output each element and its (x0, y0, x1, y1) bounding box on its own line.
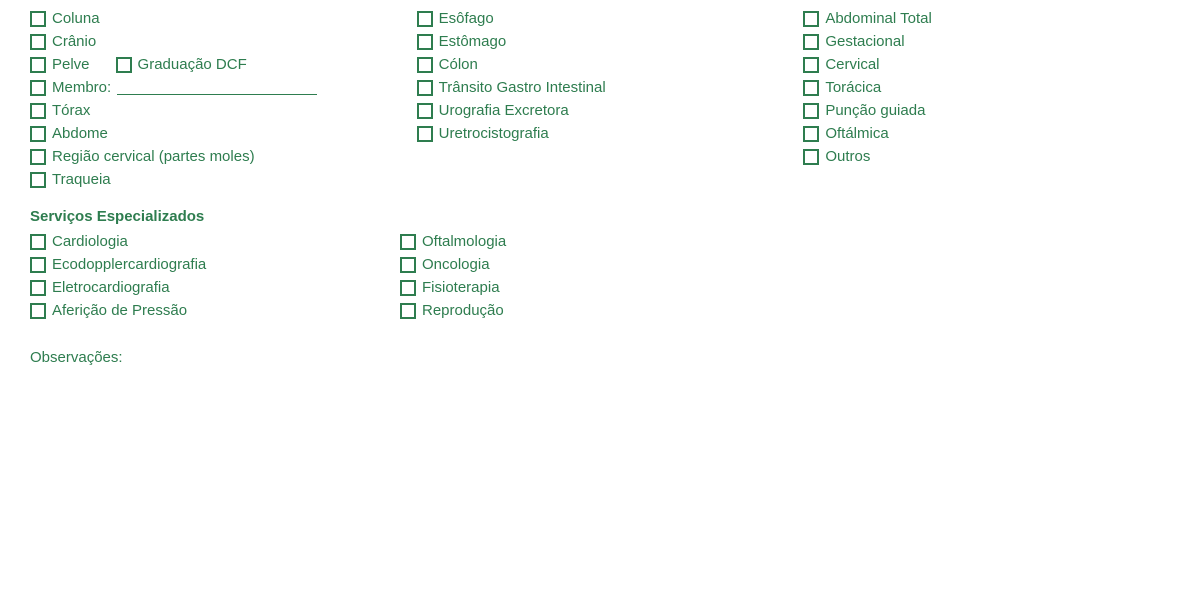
main-checkboxes-grid: Coluna Crânio Pelve Graduação DCF Membro… (30, 10, 1170, 188)
checkbox-aferição[interactable] (30, 303, 46, 319)
label-abdominal-total: Abdominal Total (825, 10, 931, 27)
checkbox-torax[interactable] (30, 103, 46, 119)
checkbox-membro[interactable] (30, 80, 46, 96)
checkbox-transito[interactable] (417, 80, 433, 96)
checkbox-oftalmica[interactable] (803, 126, 819, 142)
checkbox-traqueia[interactable] (30, 172, 46, 188)
label-estomago: Estômago (439, 33, 507, 50)
list-item: Uretrocistografia (417, 125, 784, 142)
col3: Abdominal Total Gestacional Cervical Tor… (803, 10, 1170, 188)
label-gestacional: Gestacional (825, 33, 904, 50)
checkbox-puncao-guiada[interactable] (803, 103, 819, 119)
label-torax: Tórax (52, 102, 90, 119)
list-item: Ecodopplercardiografia (30, 256, 360, 273)
checkbox-oncologia[interactable] (400, 257, 416, 273)
list-item: Estômago (417, 33, 784, 50)
list-item: Cervical (803, 56, 1170, 73)
label-esofago: Esôfago (439, 10, 494, 27)
label-traqueia: Traqueia (52, 171, 111, 188)
checkbox-reproducao[interactable] (400, 303, 416, 319)
label-urografia: Urografia Excretora (439, 102, 569, 119)
list-item: Fisioterapia (400, 279, 730, 296)
checkbox-cardiologia[interactable] (30, 234, 46, 250)
checkbox-pelve[interactable] (30, 57, 46, 73)
checkbox-coluna[interactable] (30, 11, 46, 27)
checkbox-graduacao[interactable] (116, 57, 132, 73)
label-aferição: Aferição de Pressão (52, 302, 187, 319)
label-coluna: Coluna (52, 10, 100, 27)
services-section: Serviços Especializados Cardiologia Ofta… (30, 208, 1170, 319)
list-item: Esôfago (417, 10, 784, 27)
list-item: Outros (803, 148, 1170, 165)
checkbox-abdome[interactable] (30, 126, 46, 142)
label-graduacao: Graduação DCF (138, 56, 247, 73)
checkbox-oftalmologia[interactable] (400, 234, 416, 250)
label-puncao-guiada: Punção guiada (825, 102, 925, 119)
label-regiao-cervical: Região cervical (partes moles) (52, 148, 255, 165)
checkbox-colon[interactable] (417, 57, 433, 73)
label-ecodoppler: Ecodopplercardiografia (52, 256, 206, 273)
label-abdome: Abdome (52, 125, 108, 142)
label-cardiologia: Cardiologia (52, 233, 128, 250)
label-uretrocistografia: Uretrocistografia (439, 125, 549, 142)
label-eletrocardiografia: Eletrocardiografia (52, 279, 170, 296)
list-item: Reprodução (400, 302, 730, 319)
checkbox-outros[interactable] (803, 149, 819, 165)
list-item: Cardiologia (30, 233, 360, 250)
checkbox-eletrocardiografia[interactable] (30, 280, 46, 296)
list-item: Cólon (417, 56, 784, 73)
list-item: Punção guiada (803, 102, 1170, 119)
list-item: Aferição de Pressão (30, 302, 360, 319)
label-pelve: Pelve (52, 56, 90, 73)
label-fisioterapia: Fisioterapia (422, 279, 500, 296)
checkbox-abdominal-total[interactable] (803, 11, 819, 27)
label-toracica: Torácica (825, 79, 881, 96)
checkbox-uretrocistografia[interactable] (417, 126, 433, 142)
checkbox-toracica[interactable] (803, 80, 819, 96)
checkbox-esofago[interactable] (417, 11, 433, 27)
label-oftalmica: Oftálmica (825, 125, 888, 142)
list-item: Região cervical (partes moles) (30, 148, 397, 165)
checkbox-cranio[interactable] (30, 34, 46, 50)
list-item: Gestacional (803, 33, 1170, 50)
list-item: Coluna (30, 10, 397, 27)
list-item: Crânio (30, 33, 397, 50)
list-item: Abdominal Total (803, 10, 1170, 27)
list-item-pelve: Pelve Graduação DCF (30, 56, 397, 73)
list-item: Urografia Excretora (417, 102, 784, 119)
list-item: Trânsito Gastro Intestinal (417, 79, 784, 96)
list-item: Oftalmologia (400, 233, 730, 250)
list-item: Torácica (803, 79, 1170, 96)
col1: Coluna Crânio Pelve Graduação DCF Membro… (30, 10, 397, 188)
list-item-membro: Membro: (30, 79, 397, 96)
membro-input-line[interactable] (117, 80, 317, 95)
checkbox-regiao-cervical[interactable] (30, 149, 46, 165)
col2: Esôfago Estômago Cólon Trânsito Gastro I… (417, 10, 784, 188)
list-item: Abdome (30, 125, 397, 142)
checkbox-fisioterapia[interactable] (400, 280, 416, 296)
list-item: Tórax (30, 102, 397, 119)
checkbox-gestacional[interactable] (803, 34, 819, 50)
list-item: Oftálmica (803, 125, 1170, 142)
label-membro: Membro: (52, 79, 111, 96)
label-transito: Trânsito Gastro Intestinal (439, 79, 606, 96)
list-item: Oncologia (400, 256, 730, 273)
list-item: Traqueia (30, 171, 397, 188)
services-title: Serviços Especializados (30, 208, 1170, 225)
checkbox-estomago[interactable] (417, 34, 433, 50)
label-outros: Outros (825, 148, 870, 165)
checkbox-urografia[interactable] (417, 103, 433, 119)
services-grid: Cardiologia Oftalmologia Ecodopplercardi… (30, 233, 730, 319)
label-reproducao: Reprodução (422, 302, 504, 319)
label-oftalmologia: Oftalmologia (422, 233, 506, 250)
observacoes-label: Observações: (30, 349, 1170, 366)
label-colon: Cólon (439, 56, 478, 73)
list-item: Eletrocardiografia (30, 279, 360, 296)
label-cervical: Cervical (825, 56, 879, 73)
label-oncologia: Oncologia (422, 256, 490, 273)
checkbox-cervical[interactable] (803, 57, 819, 73)
checkbox-ecodoppler[interactable] (30, 257, 46, 273)
label-cranio: Crânio (52, 33, 96, 50)
